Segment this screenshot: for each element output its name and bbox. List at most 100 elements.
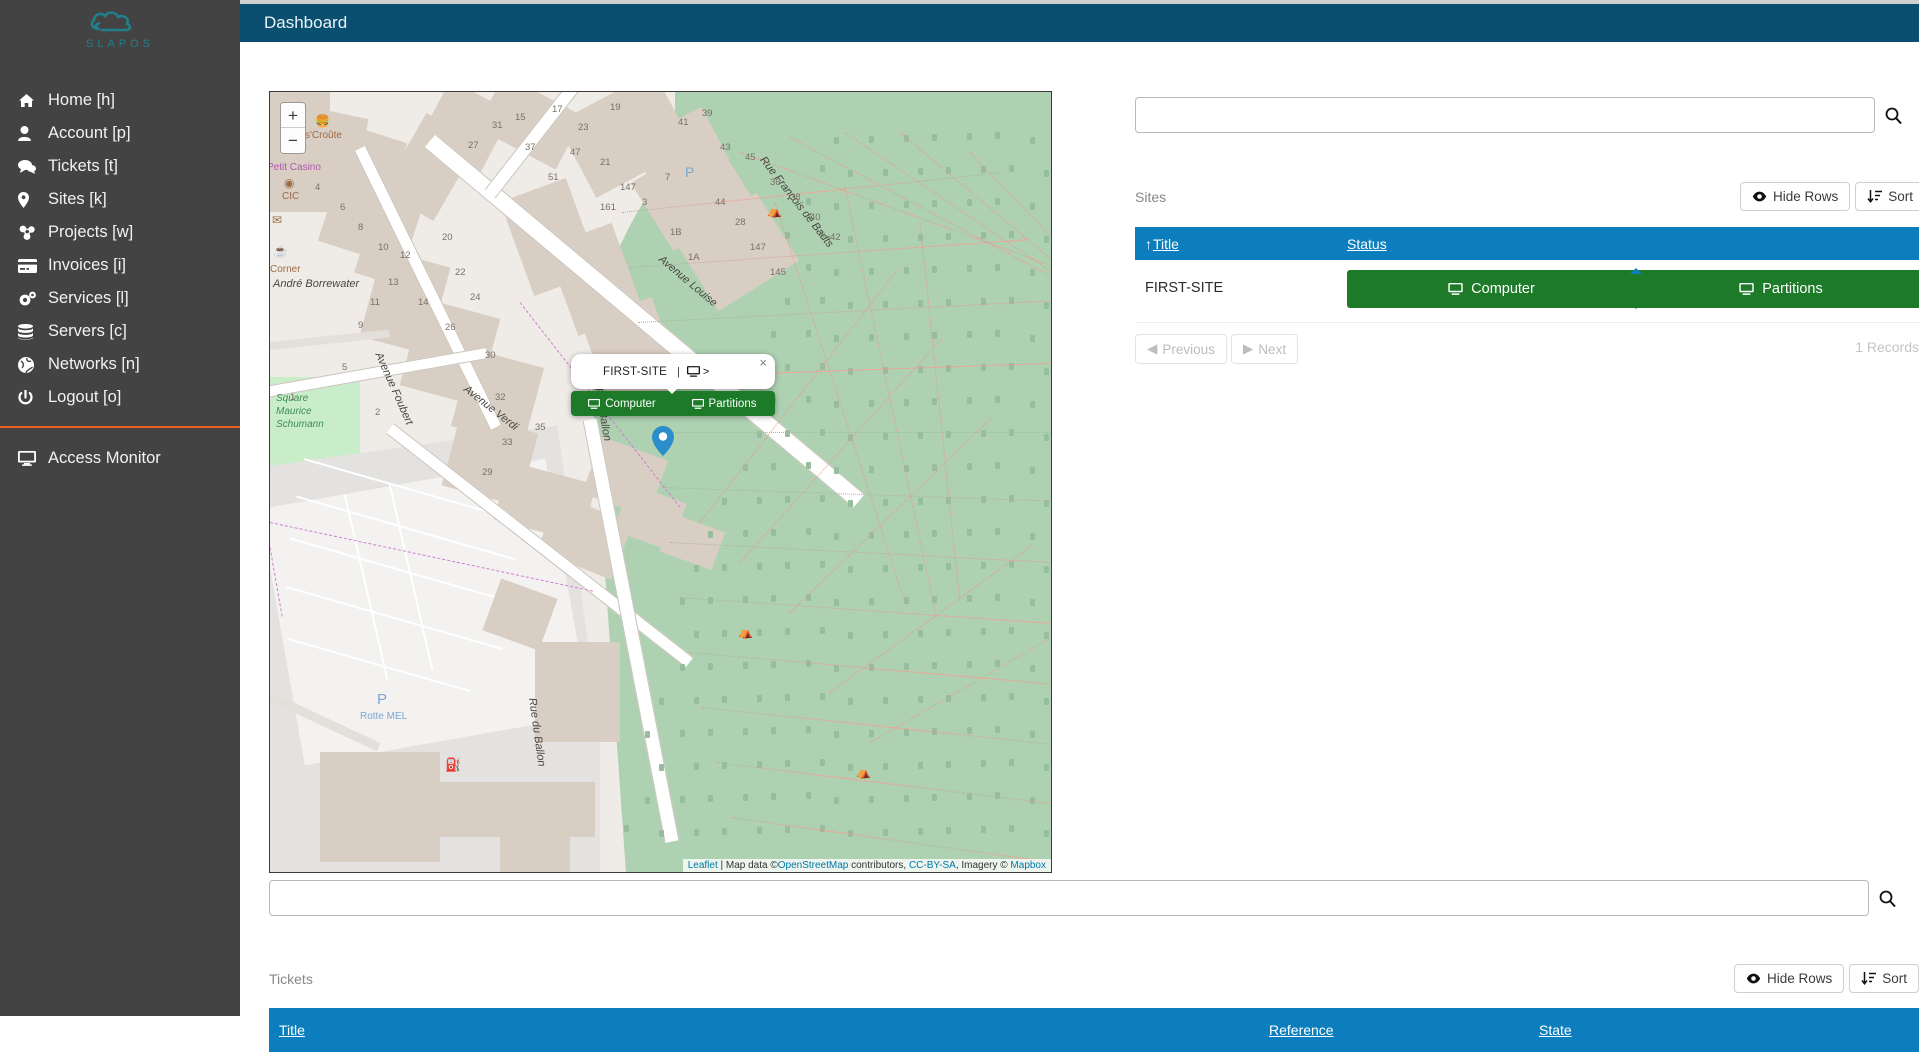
cogs-icon: [18, 291, 48, 307]
sidebar-item-servers[interactable]: Servers [c]: [0, 315, 240, 348]
sites-next-label: Next: [1258, 341, 1287, 357]
map-house-number: 37: [525, 142, 536, 153]
brand-logo[interactable]: SLAPOS: [0, 0, 240, 58]
sidebar-item-home[interactable]: Home [h]: [0, 84, 240, 117]
sort-icon: [1861, 972, 1877, 985]
desktop-icon: [588, 398, 601, 409]
map-house-number: 13: [388, 277, 399, 288]
page-title: Dashboard: [264, 13, 348, 32]
sidebar-item-label: Invoices [i]: [48, 256, 126, 274]
sidebar-item-networks[interactable]: Networks [n]: [0, 348, 240, 381]
sites-previous-button[interactable]: ◀ Previous: [1135, 334, 1227, 364]
sidebar-item-label: Account [p]: [48, 124, 131, 142]
map-house-number: 11: [370, 297, 380, 308]
tickets-sort-button[interactable]: Sort: [1849, 964, 1919, 993]
map-marker-first-site[interactable]: [652, 426, 674, 456]
map-house-number: 20: [442, 232, 453, 243]
sites-search-bar: [1135, 97, 1919, 133]
tickets-column-state[interactable]: State: [1539, 1022, 1572, 1038]
map-house-number: 147: [620, 182, 636, 193]
tickets-list-bar: Tickets Hide Rows Sort: [269, 964, 1919, 993]
sidebar-item-access-monitor[interactable]: Access Monitor: [0, 442, 240, 475]
tickets-search-input[interactable]: [269, 880, 1869, 916]
sites-list-bar: Sites Hide Rows Sort: [1135, 182, 1919, 211]
map-popup-arrow: >: [702, 365, 710, 378]
search-icon[interactable]: [1885, 107, 1902, 124]
sites-row-partitions-button[interactable]: Partitions: [1636, 270, 1919, 308]
fast-food-icon: 🍔: [315, 114, 330, 128]
map-house-number: 28: [735, 217, 746, 228]
search-icon[interactable]: [1879, 890, 1896, 907]
sites-previous-label: Previous: [1162, 341, 1215, 357]
map-house-number: 39: [702, 108, 713, 119]
sidebar: SLAPOS Home [h] Account [p] Tickets [t]: [0, 0, 240, 1016]
sidebar-item-account[interactable]: Account [p]: [0, 117, 240, 150]
fuel-icon: ⛽: [445, 757, 462, 772]
mapbox-link[interactable]: Mapbox: [1010, 860, 1046, 871]
map-street-label: André Borrewater: [273, 278, 360, 290]
sites-search-input[interactable]: [1135, 97, 1875, 133]
tickets-column-title[interactable]: Title: [279, 1022, 305, 1038]
sites-row-computer-button[interactable]: Computer: [1347, 270, 1636, 308]
sidebar-item-label: Access Monitor: [48, 449, 161, 467]
map-house-number: 23: [578, 122, 589, 133]
row-notch-top: [1630, 268, 1642, 274]
sidebar-item-projects[interactable]: Projects [w]: [0, 216, 240, 249]
sites-toolbar: Hide Rows Sort: [1739, 182, 1919, 211]
caret-left-icon: ◀: [1147, 341, 1158, 356]
map-house-number: 6: [340, 202, 346, 213]
brand-name: SLAPOS: [85, 38, 155, 50]
map-house-number: 9: [358, 320, 364, 331]
cafe-icon: ☕: [273, 244, 288, 258]
site-map[interactable]: Rue François de Badts Avenue Louise Aven…: [269, 91, 1052, 873]
sidebar-item-logout[interactable]: Logout [o]: [0, 381, 240, 414]
sidebar-nav: Home [h] Account [p] Tickets [t] Sites […: [0, 84, 240, 414]
sidebar-item-services[interactable]: Services [l]: [0, 282, 240, 315]
map-poi-label: Square Maurice Schumann: [276, 392, 324, 431]
sidebar-item-label: Sites [k]: [48, 190, 107, 208]
database-icon: [18, 323, 48, 340]
sites-hide-rows-button[interactable]: Hide Rows: [1739, 182, 1851, 211]
map-poi-label: CIC: [282, 191, 300, 202]
sites-column-status[interactable]: Status: [1347, 236, 1387, 252]
map-popup-partitions-button[interactable]: Partitions: [673, 398, 775, 410]
sidebar-item-tickets[interactable]: Tickets [t]: [0, 150, 240, 183]
attribution-imagery: , Imagery ©: [955, 860, 1011, 871]
caret-right-icon: ▶: [1242, 341, 1254, 356]
map-zoom-control[interactable]: + −: [280, 102, 306, 154]
bank-icon: ◉: [284, 176, 295, 190]
tickets-hide-rows-button[interactable]: Hide Rows: [1733, 964, 1845, 993]
map-popup[interactable]: FIRST-SITE | > × Computer Partitions: [571, 354, 775, 416]
sidebar-item-sites[interactable]: Sites [k]: [0, 183, 240, 216]
sidebar-item-invoices[interactable]: Invoices [i]: [0, 249, 240, 282]
map-house-number: 43: [720, 142, 731, 153]
leaflet-link[interactable]: Leaflet: [688, 860, 718, 871]
map-house-number: 8: [358, 222, 364, 233]
attribution-contributors: contributors,: [848, 860, 909, 871]
close-icon[interactable]: ×: [759, 356, 767, 369]
map-house-number: 42: [830, 232, 841, 243]
home-icon: [18, 93, 48, 108]
sidebar-item-label: Logout [o]: [48, 388, 122, 406]
map-house-number: 19: [610, 102, 621, 113]
openstreetmap-link[interactable]: OpenStreetMap: [778, 860, 849, 871]
sites-row-button-label: Partitions: [1762, 281, 1823, 297]
zoom-in-button[interactable]: +: [281, 103, 305, 128]
tickets-column-reference[interactable]: Reference: [1269, 1022, 1334, 1038]
parking-letter-p-top: P: [685, 164, 695, 180]
map-popup-computer-button[interactable]: Computer: [571, 398, 673, 410]
post-icon: ✉: [272, 213, 283, 227]
map-house-number: 1: [290, 392, 296, 403]
sites-column-title[interactable]: ↑Title: [1145, 236, 1179, 252]
eye-icon: [1752, 191, 1767, 202]
drinking-water-icon: ⛺: [767, 204, 782, 218]
sites-panel: Sites Hide Rows Sort ↑Title Status FIRST…: [1040, 42, 1919, 1016]
sidebar-item-label: Tickets [t]: [48, 157, 118, 175]
sidebar-item-label: Home [h]: [48, 91, 115, 109]
zoom-out-button[interactable]: −: [281, 128, 305, 153]
map-house-number: 32: [495, 392, 506, 403]
sites-caption: Sites: [1135, 188, 1167, 205]
sites-next-button[interactable]: ▶ Next: [1230, 334, 1299, 364]
sites-sort-button[interactable]: Sort: [1855, 182, 1919, 211]
cc-by-sa-link[interactable]: CC-BY-SA: [909, 860, 956, 871]
